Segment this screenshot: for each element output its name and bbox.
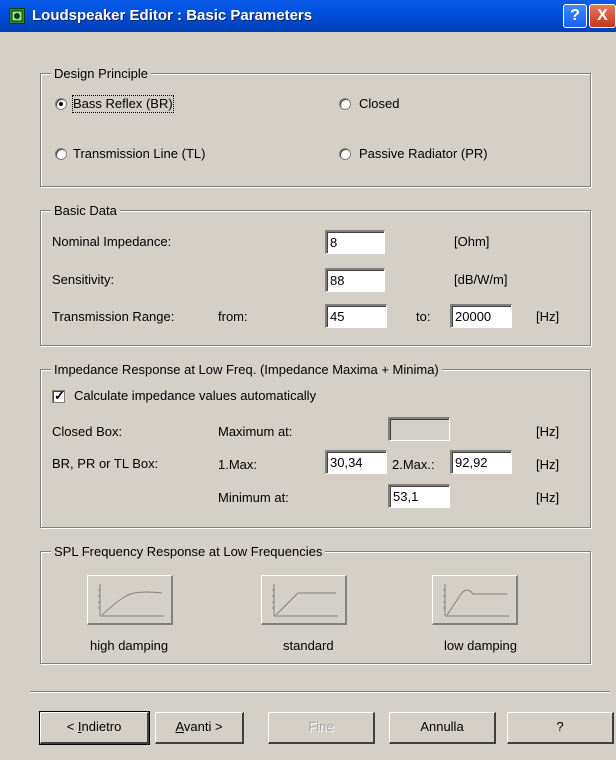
minimum-at-label: Minimum at: <box>218 490 289 505</box>
back-rest: ndietro <box>81 719 122 734</box>
max2-input[interactable]: 92,92 <box>450 450 512 474</box>
closed-box-label: Closed Box: <box>52 424 123 439</box>
standard-button[interactable] <box>261 575 347 625</box>
help-button[interactable]: ? <box>507 712 614 744</box>
minimum-input[interactable]: 53,1 <box>388 484 450 508</box>
transmission-range-label: Transmission Range: <box>52 309 175 324</box>
label-transmission-line[interactable]: Transmission Line (TL) <box>73 146 205 162</box>
loudspeaker-editor-dialog: Loudspeaker Editor : Basic Parameters ? … <box>0 0 616 760</box>
closed-box-unit: [Hz] <box>536 424 560 439</box>
low-damping-label: low damping <box>444 638 517 653</box>
sensitivity-input[interactable]: 88 <box>325 268 385 292</box>
auto-calc-checkbox[interactable]: ✓ <box>52 388 65 403</box>
low-damping-button[interactable] <box>432 575 518 625</box>
sensitivity-unit: [dB/W/m] <box>454 272 508 287</box>
spl-response-label: SPL Frequency Response at Low Frequencie… <box>51 544 326 559</box>
back-button[interactable]: < Indietro <box>39 711 150 745</box>
maximum-at-label: Maximum at: <box>218 424 293 439</box>
range-from-input[interactable]: 45 <box>325 304 387 328</box>
closed-box-maximum-input[interactable] <box>388 417 450 441</box>
radio-selected-dot <box>59 102 63 106</box>
br-box-label: BR, PR or TL Box: <box>52 456 159 471</box>
range-unit: [Hz] <box>536 309 560 324</box>
response-curve-standard-icon <box>272 584 338 617</box>
standard-label: standard <box>283 638 334 653</box>
radio-bass-reflex[interactable] <box>55 98 67 110</box>
window-title: Loudspeaker Editor : Basic Parameters <box>32 7 313 24</box>
next-button[interactable]: Avanti > <box>155 712 244 744</box>
radio-closed[interactable] <box>339 98 351 110</box>
auto-calc-label[interactable]: Calculate impedance values automatically <box>74 388 316 404</box>
title-bar[interactable]: Loudspeaker Editor : Basic Parameters ? … <box>0 0 616 32</box>
next-mnemonic: A <box>175 719 184 734</box>
nominal-impedance-unit: [Ohm] <box>454 234 490 249</box>
minimum-unit: [Hz] <box>536 490 560 505</box>
speaker-app-icon <box>9 8 25 24</box>
nominal-impedance-input[interactable]: 8 <box>325 230 385 254</box>
radio-transmission-line[interactable] <box>55 148 67 160</box>
finish-button[interactable]: Fine <box>268 712 375 744</box>
basic-data-label: Basic Data <box>51 203 120 218</box>
range-from-label: from: <box>218 309 248 324</box>
design-principle-group: Design Principle <box>40 66 591 187</box>
impedance-response-label: Impedance Response at Low Freq. (Impedan… <box>51 362 442 377</box>
response-curve-low-damping-icon <box>443 584 509 617</box>
sensitivity-label: Sensitivity: <box>52 272 115 287</box>
check-mark-icon: ✓ <box>54 388 65 403</box>
button-separator <box>30 691 610 693</box>
title-help-button[interactable]: ? <box>563 4 587 28</box>
max1-input[interactable]: 30,34 <box>325 450 387 474</box>
close-button[interactable]: X <box>589 4 616 28</box>
next-rest: vanti > <box>183 719 223 734</box>
label-passive-radiator[interactable]: Passive Radiator (PR) <box>359 146 488 162</box>
range-to-input[interactable]: 20000 <box>450 304 512 328</box>
high-damping-label: high damping <box>90 638 169 653</box>
back-prefix: < <box>66 719 78 734</box>
br-box-unit: [Hz] <box>536 457 560 472</box>
label-closed[interactable]: Closed <box>359 96 399 112</box>
design-principle-label: Design Principle <box>51 66 151 81</box>
max2-label: 2.Max.: <box>392 457 435 472</box>
radio-passive-radiator[interactable] <box>339 148 351 160</box>
cancel-button[interactable]: Annulla <box>389 712 496 744</box>
label-bass-reflex[interactable]: Bass Reflex (BR) <box>72 95 174 113</box>
range-to-label: to: <box>416 309 431 324</box>
nominal-impedance-label: Nominal Impedance: <box>52 234 172 249</box>
response-curve-high-damping-icon <box>98 584 164 617</box>
max1-label: 1.Max: <box>218 457 258 472</box>
high-damping-button[interactable] <box>87 575 173 625</box>
